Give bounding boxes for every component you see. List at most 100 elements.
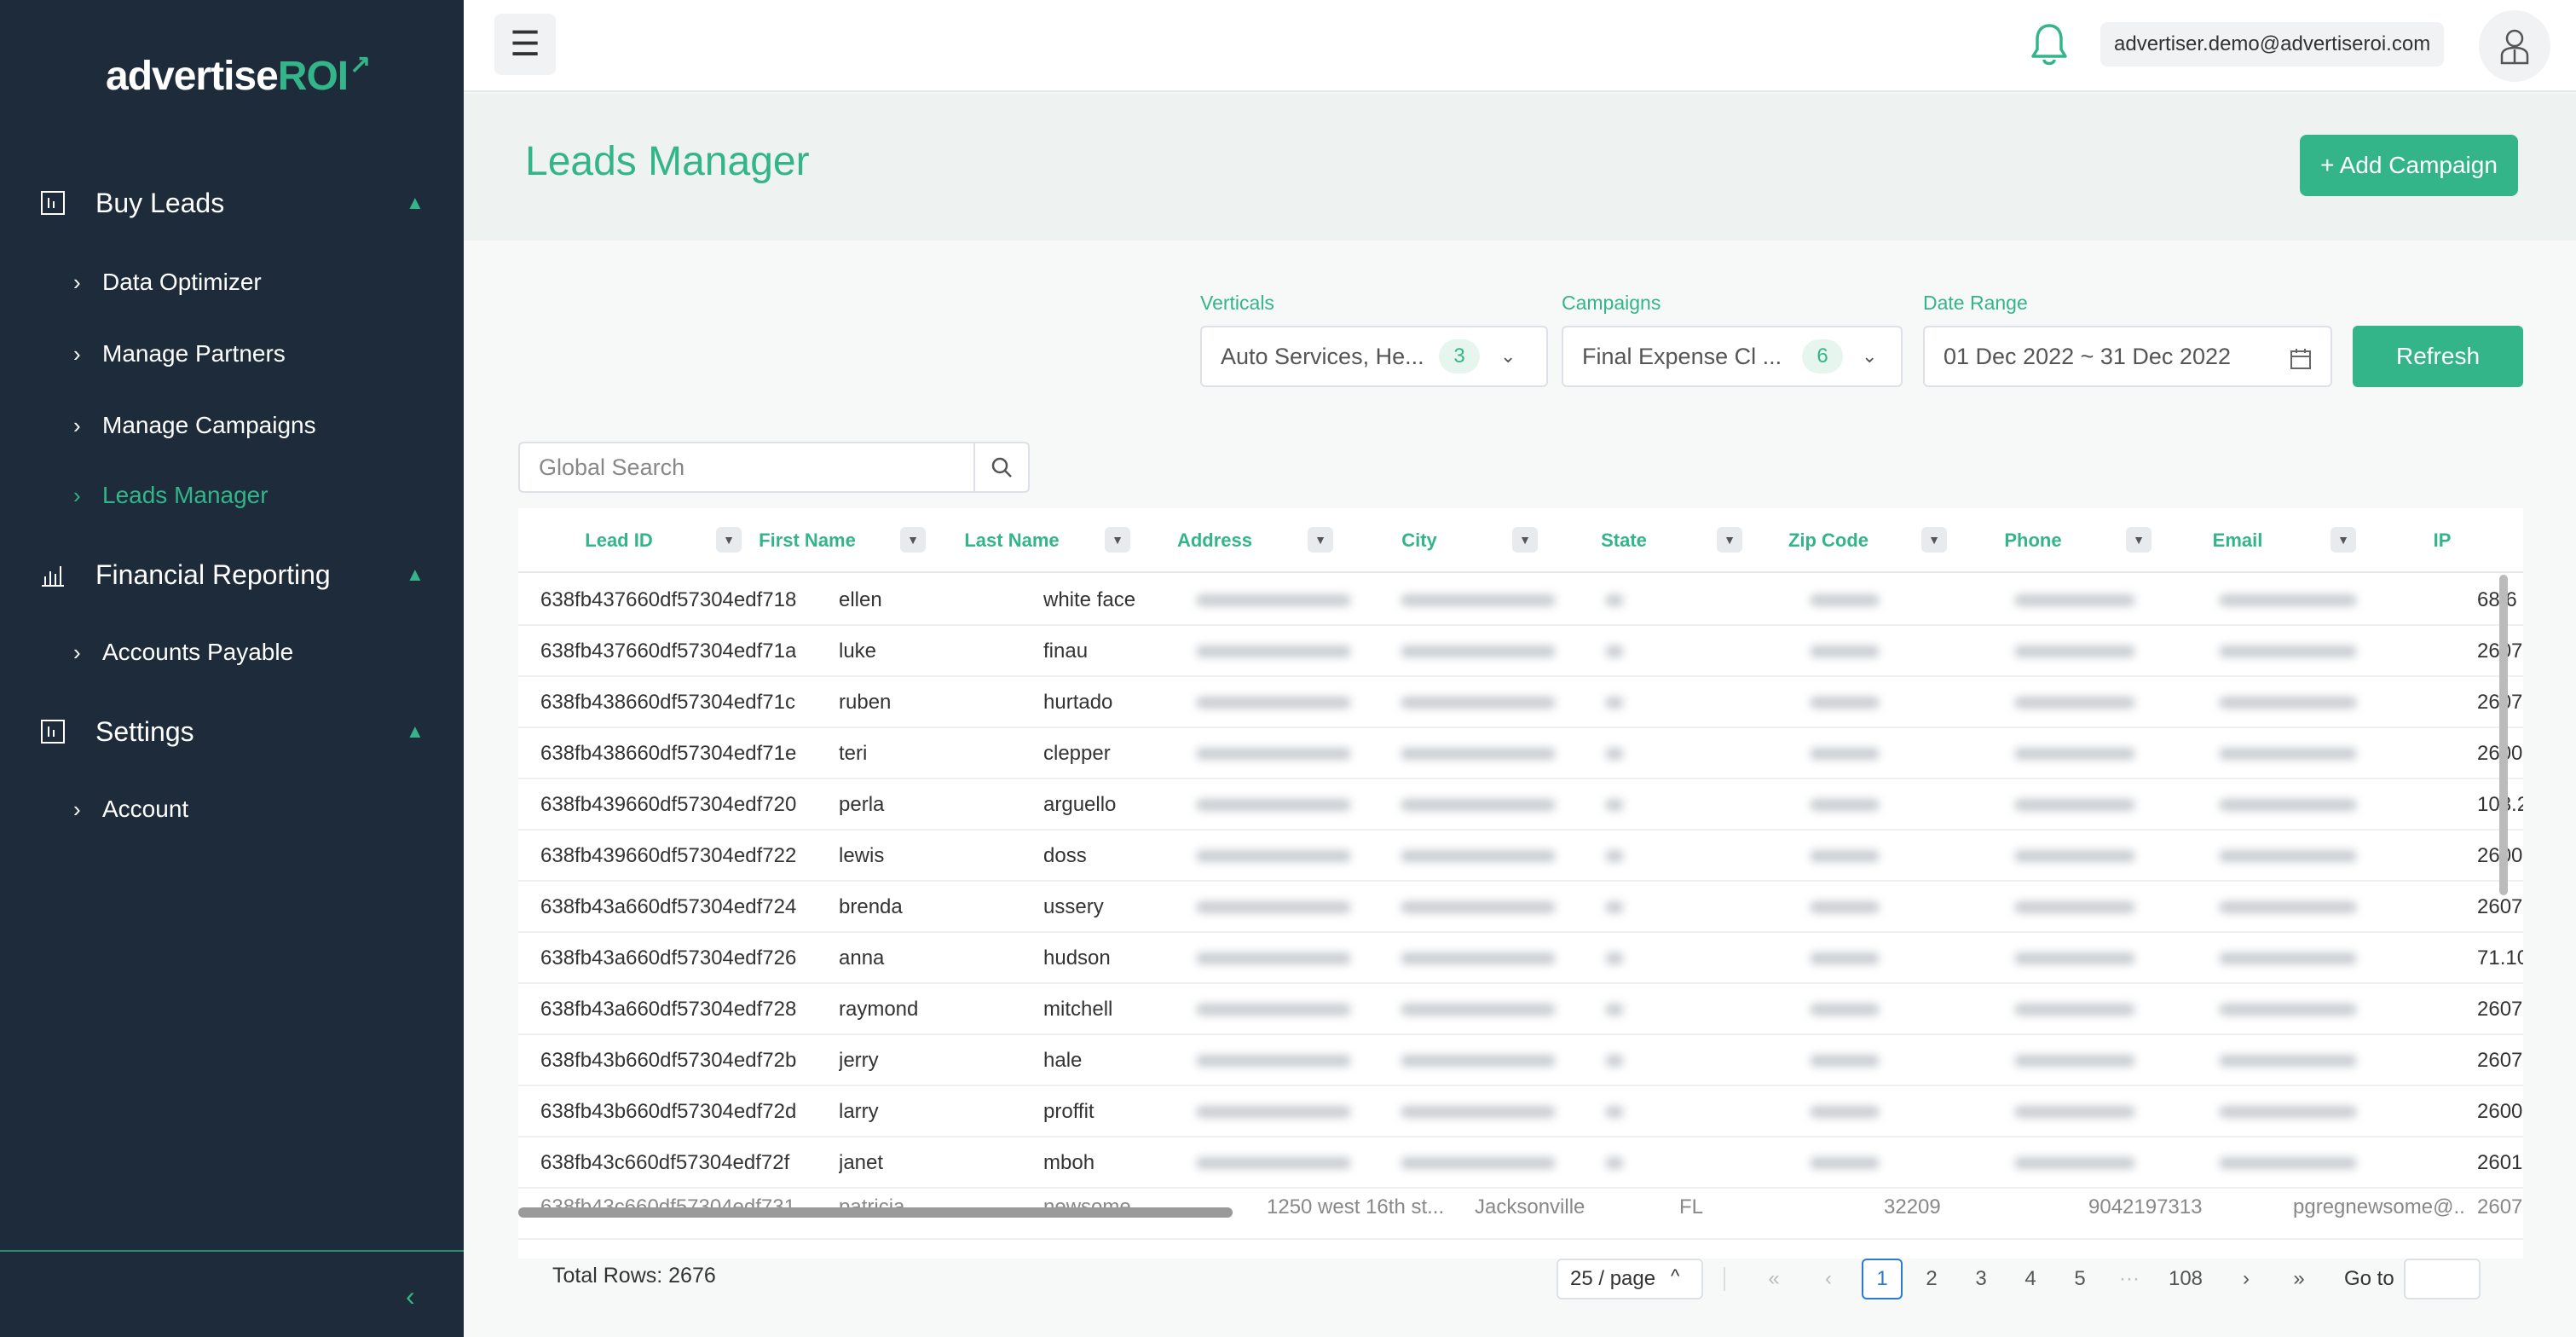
table-row[interactable]: 638fb439660df57304edf720perlaarguello108… — [518, 779, 2523, 831]
horizontal-scrollbar[interactable] — [518, 1207, 1233, 1218]
column-filter-icon[interactable]: ▼ — [1717, 527, 1742, 553]
table-row[interactable]: 638fb43b660df57304edf72d larry proffit 2600 — [518, 1086, 2523, 1137]
column-header[interactable]: City — [1338, 508, 1500, 573]
collapse-sidebar-icon[interactable]: ‹ — [406, 1281, 415, 1312]
column-filter-icon[interactable]: ▼ — [2126, 527, 2151, 553]
redacted-cell — [1197, 1035, 1384, 1086]
column-header[interactable]: Phone — [1952, 508, 2114, 573]
table-row[interactable]: 638fb438660df57304edf71etericlepper2600 — [518, 728, 2523, 779]
table-row[interactable]: 638fb438660df57304edf71crubenhurtado2607 — [518, 677, 2523, 728]
add-campaign-button[interactable]: + Add Campaign — [2300, 135, 2518, 196]
email-cell: pgregnewsome@... — [2293, 1195, 2463, 1218]
sidebar-item-data-optimizer[interactable]: › Data Optimizer — [0, 252, 464, 312]
column-header[interactable]: First Name — [726, 508, 888, 573]
lead-id-cell: 638fb439660df57304edf722 — [540, 844, 796, 867]
first-page-button[interactable]: « — [1761, 1259, 1787, 1299]
redacted-cell — [1811, 728, 1913, 779]
column-header[interactable]: State — [1543, 508, 1705, 573]
column-header[interactable]: Email — [2157, 508, 2319, 573]
main-content: Verticals Auto Services, He... 3 ⌄ Campa… — [464, 240, 2576, 1337]
page-button[interactable]: 108 — [2160, 1259, 2211, 1299]
page-button[interactable]: 3 — [1964, 1259, 1998, 1299]
column-filter-icon[interactable]: ▼ — [900, 527, 926, 553]
pagination-divider — [1724, 1267, 1725, 1291]
redacted-cell — [1401, 677, 1589, 728]
redacted-cell — [1811, 1086, 1913, 1137]
sidebar-group-settings[interactable]: Settings ▲ — [0, 697, 464, 766]
campaigns-select[interactable]: Final Expense Cl ... 6 ⌄ — [1562, 326, 1903, 387]
prev-page-button[interactable]: ‹ — [1816, 1259, 1841, 1299]
lead-id-cell: 638fb43a660df57304edf728 — [540, 998, 796, 1021]
redacted-cell — [1606, 677, 1657, 728]
page-button[interactable]: 4 — [2013, 1259, 2048, 1299]
page-size-value: 25 / page — [1570, 1267, 1656, 1290]
chevron-right-icon: › — [73, 412, 81, 438]
page-button[interactable]: 2 — [1915, 1259, 1949, 1299]
column-header[interactable]: Last Name — [931, 508, 1093, 573]
sidebar-group-buy-leads[interactable]: Buy Leads ▲ — [0, 169, 464, 237]
notification-bell-icon[interactable] — [2029, 20, 2070, 68]
column-header[interactable]: Zip Code — [1747, 508, 1909, 573]
table-row[interactable]: 638fb437660df57304edf718 ellen white face 6… — [518, 575, 2523, 626]
redacted-cell — [2015, 1086, 2169, 1137]
lead-id-cell: 638fb43b660df57304edf72d — [540, 1100, 796, 1123]
page-size-select[interactable]: 25 / page ^ — [1557, 1259, 1703, 1299]
column-filter-icon[interactable]: ▼ — [1921, 527, 1947, 553]
chevron-up-icon[interactable]: ▲ — [406, 564, 425, 586]
column-header[interactable]: Lead ID — [534, 508, 704, 573]
chevron-up-icon[interactable]: ▲ — [406, 721, 425, 743]
page-button[interactable]: 5 — [2063, 1259, 2097, 1299]
column-filter-icon[interactable]: ▼ — [1105, 527, 1130, 553]
table-row[interactable]: 638fb43a660df57304edf726 anna hudson 71.10 — [518, 933, 2523, 984]
redacted-cell — [1401, 728, 1589, 779]
redacted-cell — [1811, 779, 1913, 831]
page-button[interactable]: 1 — [1862, 1259, 1903, 1299]
pagination-ellipsis[interactable]: ··· — [2112, 1259, 2146, 1299]
ip-cell: 2607 — [2477, 998, 2523, 1021]
sidebar-group-financial-reporting[interactable]: Financial Reporting ▲ — [0, 541, 464, 609]
search-button[interactable] — [973, 443, 1028, 491]
verticals-select[interactable]: Auto Services, He... 3 ⌄ — [1200, 326, 1548, 387]
user-email[interactable]: advertiser.demo@advertiseroi.com — [2100, 22, 2445, 67]
refresh-button[interactable]: Refresh — [2353, 326, 2523, 387]
date-range-picker[interactable]: 01 Dec 2022 ~ 31 Dec 2022 — [1923, 326, 2332, 387]
chart-box-icon — [41, 191, 65, 215]
next-page-button[interactable]: › — [2233, 1259, 2259, 1299]
chevron-up-icon[interactable]: ▲ — [406, 192, 425, 214]
redacted-cell — [1811, 882, 1913, 933]
first-name-cell: ruben — [839, 691, 892, 714]
column-filter-icon[interactable]: ▼ — [1308, 527, 1333, 553]
table-row[interactable]: 638fb43a660df57304edf728 raymond mitchell 2… — [518, 984, 2523, 1035]
table-row[interactable]: 638fb43c660df57304edf72f janet mboh 2601 — [518, 1137, 2523, 1189]
table-row[interactable]: 638fb43a660df57304edf724 brenda ussery 2607 — [518, 882, 2523, 933]
redacted-cell — [2220, 933, 2390, 984]
sidebar-item-account[interactable]: › Account — [0, 779, 464, 839]
redacted-cell — [1606, 831, 1657, 882]
table-row[interactable]: 638fb437660df57304edf71alukefinau2607 — [518, 626, 2523, 677]
sidebar-divider — [0, 1250, 464, 1252]
first-name-cell: janet — [839, 1151, 884, 1174]
vertical-scrollbar[interactable] — [2499, 575, 2508, 895]
sidebar-item-accounts-payable[interactable]: › Accounts Payable — [0, 622, 464, 682]
sidebar-item-manage-campaigns[interactable]: › Manage Campaigns — [0, 396, 464, 455]
search-icon — [991, 457, 1012, 478]
global-search-input[interactable] — [520, 443, 977, 491]
column-header[interactable]: IP — [2361, 508, 2523, 573]
campaigns-count-badge: 6 — [1802, 339, 1843, 373]
sidebar-item-leads-manager[interactable]: › Leads Manager — [0, 466, 464, 525]
table-row[interactable]: 638fb439660df57304edf722lewisdoss2600 — [518, 831, 2523, 882]
redacted-cell — [1197, 728, 1384, 779]
top-bar: ☰ advertiser.demo@advertiseroi.com — [464, 0, 2576, 92]
column-header[interactable]: Address — [1134, 508, 1296, 573]
menu-toggle-button[interactable]: ☰ — [494, 14, 556, 75]
sidebar-item-manage-partners[interactable]: › Manage Partners — [0, 324, 464, 384]
first-name-cell: perla — [839, 793, 885, 816]
goto-page-input[interactable] — [2404, 1259, 2481, 1299]
brand-logo[interactable]: advertiseROI↗ — [106, 50, 371, 100]
user-avatar[interactable] — [2479, 10, 2550, 82]
last-page-button[interactable]: » — [2286, 1259, 2312, 1299]
table-row[interactable]: 638fb43b660df57304edf72b jerry hale 2607 — [518, 1035, 2523, 1086]
column-filter-icon[interactable]: ▼ — [1512, 527, 1538, 553]
column-filter-icon[interactable]: ▼ — [2331, 527, 2356, 553]
bar-chart-icon — [42, 566, 64, 587]
